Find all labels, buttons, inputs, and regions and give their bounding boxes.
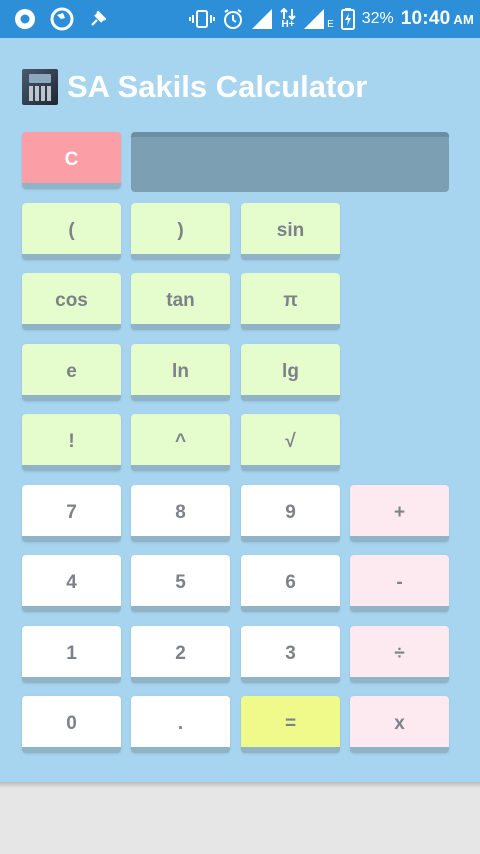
result-display xyxy=(131,132,449,192)
pin-icon xyxy=(88,9,108,29)
tan-button[interactable]: tan xyxy=(131,273,230,330)
vibrate-icon xyxy=(189,9,216,29)
digit-1-button[interactable]: 1 xyxy=(22,626,121,683)
minus-button[interactable]: - xyxy=(350,555,449,612)
sin-button[interactable]: sin xyxy=(241,203,340,260)
multiply-button[interactable]: x xyxy=(350,696,449,753)
clear-button[interactable]: C xyxy=(22,132,121,189)
digit-8-button[interactable]: 8 xyxy=(131,485,230,542)
digit-6-button[interactable]: 6 xyxy=(241,555,340,612)
decimal-point-button[interactable]: . xyxy=(131,696,230,753)
status-bar: H+ E 32% 10:40 AM xyxy=(0,0,480,38)
digit-4-button[interactable]: 4 xyxy=(22,555,121,612)
digit-2-button[interactable]: 2 xyxy=(131,626,230,683)
factorial-button[interactable]: ! xyxy=(22,414,121,471)
battery-icon xyxy=(340,8,355,30)
e-button[interactable]: e xyxy=(22,344,121,401)
pi-button[interactable]: π xyxy=(241,273,340,330)
digit-3-button[interactable]: 3 xyxy=(241,626,340,683)
clock: 10:40 AM xyxy=(401,8,474,30)
digit-0-button[interactable]: 0 xyxy=(22,696,121,753)
app-title: SA Sakils Calculator xyxy=(67,69,368,104)
sqrt-button[interactable]: √ xyxy=(241,414,340,471)
clock-ampm: AM xyxy=(453,12,474,27)
digit-5-button[interactable]: 5 xyxy=(131,555,230,612)
equals-button[interactable]: = xyxy=(241,696,340,753)
plus-button[interactable]: + xyxy=(350,485,449,542)
network-type-label-2: E xyxy=(327,19,334,30)
digit-7-button[interactable]: 7 xyxy=(22,485,121,542)
signal-icon-2: E xyxy=(303,8,334,30)
signal-icon xyxy=(251,8,273,30)
clock-time: 10:40 xyxy=(400,8,451,29)
digit-9-button[interactable]: 9 xyxy=(241,485,340,542)
network-type-label: H+ xyxy=(281,19,295,30)
app-logo-icon xyxy=(22,69,58,105)
divide-button[interactable]: ÷ xyxy=(350,626,449,683)
cos-button[interactable]: cos xyxy=(22,273,121,330)
data-transfer-icon: H+ xyxy=(280,8,296,30)
open-paren-button[interactable]: ( xyxy=(22,203,121,260)
lg-button[interactable]: lg xyxy=(241,344,340,401)
ln-button[interactable]: ln xyxy=(131,344,230,401)
firefox-icon xyxy=(50,7,74,31)
power-button[interactable]: ^ xyxy=(131,414,230,471)
app-header: SA Sakils Calculator xyxy=(22,69,367,105)
battery-percent: 32% xyxy=(361,10,394,27)
alarm-icon xyxy=(222,8,244,30)
record-icon xyxy=(14,8,36,30)
calculator-app: SA Sakils Calculator C ( ) sin cos tan π… xyxy=(0,38,480,788)
close-paren-button[interactable]: ) xyxy=(131,203,230,260)
